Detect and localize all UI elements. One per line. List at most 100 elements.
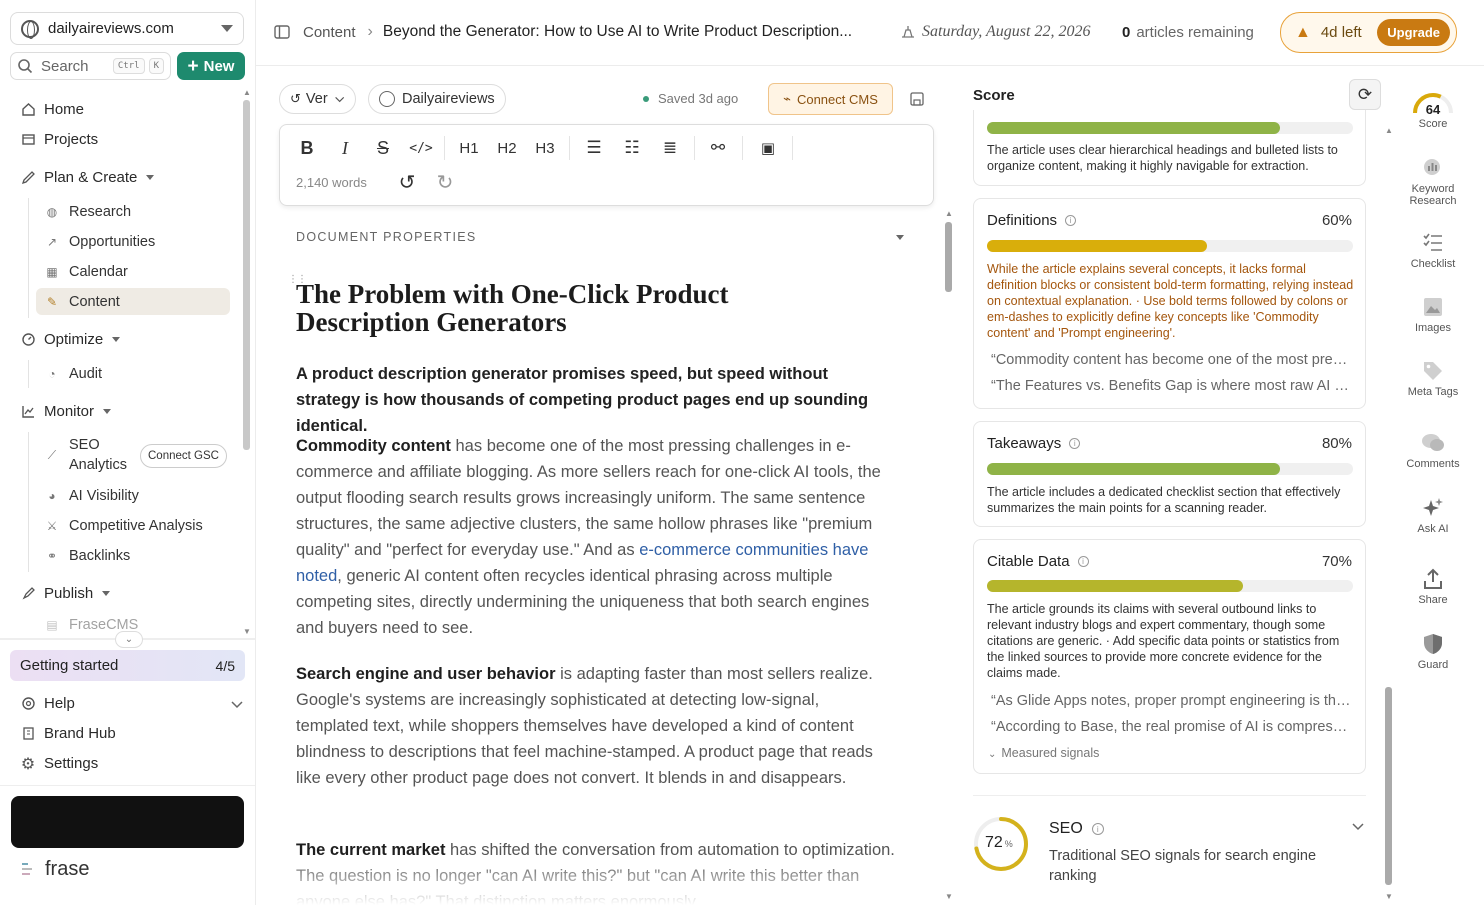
nav-home[interactable]: Home — [20, 101, 84, 118]
article-paragraph-3[interactable]: The current market has shifted the conve… — [296, 837, 896, 905]
rail-images[interactable]: Images — [1401, 296, 1465, 334]
p2-bold: Search engine and user behavior — [296, 665, 556, 683]
nav-calendar-label: Calendar — [69, 263, 128, 280]
rail-score[interactable]: 64 Score — [1401, 86, 1465, 130]
citable-data-bar — [987, 580, 1353, 592]
refresh-button[interactable]: ⟳ — [1349, 79, 1381, 110]
definitions-card[interactable]: Definitions i 60% While the article expla… — [973, 198, 1366, 409]
italic-button[interactable]: I — [332, 137, 358, 159]
seo-value: 72 — [985, 834, 1003, 851]
scroll-down-arrow[interactable]: ▼ — [243, 627, 251, 636]
scroll-up-arrow[interactable]: ▲ — [945, 209, 953, 218]
rail-meta-tags[interactable]: Meta Tags — [1401, 360, 1465, 398]
undo-button[interactable]: ↺ — [394, 171, 420, 194]
scroll-down-arrow[interactable]: ▼ — [1385, 892, 1393, 901]
rail-keyword-research[interactable]: Keyword Research — [1401, 157, 1465, 207]
video-thumbnail[interactable] — [11, 796, 244, 848]
save-icon[interactable] — [909, 91, 925, 107]
nav-help[interactable]: Help — [20, 695, 244, 712]
citable-data-quote-2[interactable]: “According to Base, the real promise of … — [991, 719, 1353, 735]
score-scrollbar[interactable] — [1385, 687, 1392, 885]
rail-comments[interactable]: Comments — [1401, 432, 1465, 470]
bullet-list-button[interactable]: ☰ — [581, 137, 607, 159]
bold-button[interactable]: B — [294, 137, 320, 159]
code-button[interactable]: </> — [408, 137, 434, 159]
chevron-down-icon — [231, 700, 243, 708]
version-button[interactable]: ↺ Ver — [279, 84, 356, 114]
article-lead[interactable]: A product description generator promises… — [296, 361, 896, 439]
info-icon[interactable]: i — [1091, 823, 1104, 835]
scroll-up-arrow[interactable]: ▲ — [1385, 126, 1393, 135]
nav-content[interactable]: ✎ Content — [36, 288, 230, 315]
rail-share[interactable]: Share — [1401, 568, 1465, 606]
definitions-quote-1[interactable]: “Commodity content has become one of the… — [991, 352, 1353, 368]
image-button[interactable]: ▣ — [755, 137, 781, 159]
getting-started-banner[interactable]: Getting started 4/5 — [10, 650, 245, 681]
score-value: 64 — [1425, 102, 1441, 117]
redo-button[interactable]: ↻ — [432, 171, 458, 194]
nav-brand-hub[interactable]: Brand Hub — [20, 725, 116, 742]
definitions-bar-fill — [987, 240, 1207, 252]
nav-opportunities[interactable]: ↗ Opportunities — [36, 228, 230, 255]
nav-backlinks[interactable]: ⚭ Backlinks — [36, 542, 230, 569]
document-properties[interactable]: DOCUMENT PROPERTIES — [296, 230, 904, 244]
connect-gsc-button[interactable]: Connect GSC — [140, 444, 227, 468]
scroll-down-arrow[interactable]: ▼ — [945, 892, 953, 901]
nav-research[interactable]: ◍ Research — [36, 198, 230, 225]
nav-plan-create[interactable]: Plan & Create — [20, 169, 155, 186]
calendar-icon — [902, 26, 914, 38]
scroll-up-arrow[interactable]: ▲ — [243, 88, 251, 97]
takeaways-card[interactable]: Takeaways i 80% The article includes a de… — [973, 421, 1366, 527]
upgrade-button[interactable]: Upgrade — [1377, 19, 1450, 46]
pen-icon — [20, 170, 36, 186]
sidebar-toggle-icon[interactable] — [274, 25, 290, 39]
nav-optimize[interactable]: Optimize — [20, 331, 121, 348]
h2-button[interactable]: H2 — [494, 137, 520, 159]
definitions-quote-2[interactable]: “The Features vs. Benefits Gap is where … — [991, 378, 1353, 394]
frase-logo[interactable]: frase — [20, 858, 89, 881]
nav-ai-visibility[interactable]: ◕ AI Visibility — [36, 482, 230, 509]
rail-checklist[interactable]: Checklist — [1401, 232, 1465, 270]
chevron-down-icon[interactable] — [1351, 822, 1365, 832]
scroll-down-button[interactable]: ⌄ — [115, 631, 143, 648]
nav-content-label: Content — [69, 293, 120, 310]
editor-scrollbar[interactable] — [945, 222, 952, 292]
citable-data-card[interactable]: Citable Data i 70% The article grounds it… — [973, 539, 1366, 774]
info-icon[interactable]: i — [1077, 556, 1089, 567]
nav-competitive-analysis[interactable]: ⚔ Competitive Analysis — [36, 512, 230, 539]
nav-monitor[interactable]: Monitor — [20, 403, 112, 420]
site-selector[interactable]: dailyaireviews.com — [10, 12, 244, 45]
nav-audit[interactable]: ◔ Audit — [36, 360, 230, 387]
citable-data-quote-1[interactable]: “As Glide Apps notes, proper prompt engi… — [991, 693, 1353, 709]
nav-projects[interactable]: Projects — [20, 131, 98, 148]
measured-signals-toggle[interactable]: ⌄ Measured signals — [988, 746, 1099, 760]
h3-button[interactable]: H3 — [532, 137, 558, 159]
nav-settings[interactable]: ⚙ Settings — [20, 755, 98, 773]
numbered-list-button[interactable]: ☷ — [619, 137, 645, 159]
meta-tags-label: Meta Tags — [1407, 386, 1459, 398]
strikethrough-button[interactable]: S — [370, 137, 396, 159]
h1-button[interactable]: H1 — [456, 137, 482, 159]
info-icon[interactable]: i — [1065, 215, 1077, 226]
connect-cms-button[interactable]: ⌁ Connect CMS — [768, 83, 893, 115]
rail-ask-ai[interactable]: Ask AI — [1401, 497, 1465, 535]
link-button[interactable]: ⚯ — [705, 137, 731, 159]
rail-guard[interactable]: Guard — [1401, 633, 1465, 671]
seo-unit: % — [1004, 839, 1013, 849]
new-button[interactable]: + New — [177, 52, 245, 80]
chevron-down-icon — [146, 175, 155, 180]
images-icon — [1424, 298, 1442, 316]
article-paragraph-1[interactable]: Commodity content has become one of the … — [296, 433, 896, 641]
article-paragraph-2[interactable]: Search engine and user behavior is adapt… — [296, 661, 896, 791]
breadcrumb-root[interactable]: Content — [303, 24, 356, 41]
brand-button[interactable]: Dailyaireviews — [368, 84, 506, 114]
indent-list-button[interactable]: ≣ — [657, 137, 683, 159]
search-button[interactable]: Search Ctrl K — [10, 52, 171, 80]
article-heading[interactable]: The Problem with One-Click Product Descr… — [296, 280, 856, 336]
sidebar-scrollbar[interactable] — [243, 100, 250, 450]
chevron-down-icon: ⌄ — [988, 749, 997, 760]
definitions-desc: While the article explains several conce… — [987, 262, 1354, 340]
info-icon[interactable]: i — [1069, 438, 1081, 449]
nav-calendar[interactable]: ▦ Calendar — [36, 258, 230, 285]
nav-publish[interactable]: Publish — [20, 585, 111, 602]
